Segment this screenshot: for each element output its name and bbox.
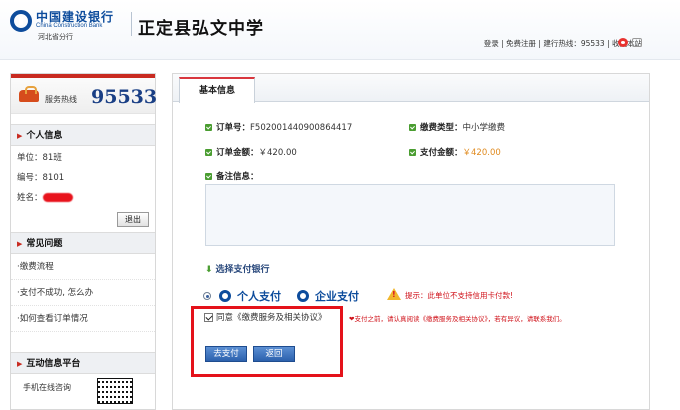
student-number: 编号：8101 bbox=[17, 173, 65, 183]
sidebar: 服务热线 95533 ▶ 个人信息 单位：81班 编号：8101 姓名： 退出 ▶… bbox=[10, 73, 158, 410]
check-bullet-icon bbox=[205, 149, 212, 156]
tab-bar: 基本信息 bbox=[173, 74, 649, 103]
ccb-logo-icon bbox=[10, 10, 32, 32]
weibo-icon[interactable] bbox=[618, 38, 628, 47]
phone-icon bbox=[17, 86, 43, 106]
redacted-name bbox=[42, 193, 73, 202]
ccb-logo-icon bbox=[219, 290, 231, 302]
faq-heading: ▶ 常见问题 bbox=[11, 232, 155, 254]
order-number: 订单号：F502001440900864417 bbox=[205, 121, 352, 133]
arrow-right-icon: ▶ bbox=[17, 240, 23, 248]
bank-name-en: China Construction Bank bbox=[36, 23, 103, 29]
page-header: 中国建设银行 China Construction Bank 河北省分行 正定县… bbox=[0, 0, 680, 60]
student-name: 姓名： bbox=[11, 188, 155, 208]
check-bullet-icon bbox=[205, 124, 212, 131]
warning-icon bbox=[387, 288, 401, 300]
pay-amount: 支付金额：￥420.00 bbox=[409, 146, 501, 158]
arrow-right-icon: ▶ bbox=[17, 132, 23, 140]
check-bullet-icon bbox=[205, 173, 212, 180]
login-link[interactable]: 登录 bbox=[484, 39, 499, 48]
ccb-logo-icon bbox=[297, 290, 309, 302]
consult-link[interactable]: 手机在线咨询 bbox=[23, 382, 71, 393]
download-arrow-icon: ⬇ bbox=[205, 265, 213, 275]
check-bullet-icon bbox=[409, 149, 416, 156]
hotline-label: 服务热线 bbox=[45, 95, 77, 104]
fee-type: 缴费类型：中小学缴费 bbox=[409, 121, 505, 133]
hotline-box: 服务热线 95533 bbox=[11, 78, 158, 114]
personal-info-heading: ▶ 个人信息 bbox=[11, 124, 155, 146]
order-amount: 订单金额：￥420.00 bbox=[205, 146, 297, 158]
tab-basic-info[interactable]: 基本信息 bbox=[179, 77, 255, 103]
corporate-pay-option[interactable]: 企业支付 bbox=[315, 288, 359, 304]
check-bullet-icon bbox=[409, 124, 416, 131]
interact-heading: ▶ 互动信息平台 bbox=[11, 352, 155, 374]
header-divider bbox=[131, 12, 132, 36]
hotline-number: 95533 bbox=[91, 86, 158, 108]
agreement-note: ❤支付之前，请认真阅读《缴费服务及相关协议》，若有异议，请联系我们。 bbox=[349, 315, 566, 323]
faq-item[interactable]: ·如何查看订单情况 bbox=[11, 306, 155, 332]
remark-textarea[interactable] bbox=[205, 184, 615, 246]
qr-code bbox=[97, 378, 133, 404]
payment-radio[interactable] bbox=[203, 292, 211, 300]
remark-label: 备注信息： bbox=[205, 170, 259, 182]
logout-button[interactable]: 退出 bbox=[117, 212, 149, 227]
credit-card-warning: 提示：此单位不支持信用卡付款! bbox=[405, 291, 514, 300]
select-bank-heading: ⬇ 选择支付银行 bbox=[205, 265, 270, 275]
branch-name: 河北省分行 bbox=[38, 33, 73, 41]
unit-info: 单位：81班 bbox=[17, 153, 62, 163]
faq-item[interactable]: ·支付不成功, 怎么办 bbox=[11, 280, 155, 306]
hotline-text: 建行热线：95533 bbox=[543, 39, 605, 48]
personal-pay-option[interactable]: 个人支付 bbox=[237, 288, 281, 304]
share-icon[interactable] bbox=[632, 38, 642, 47]
school-name: 正定县弘文中学 bbox=[138, 19, 264, 39]
arrow-right-icon: ▶ bbox=[17, 360, 23, 368]
ccb-logo[interactable]: 中国建设银行 China Construction Bank 河北省分行 bbox=[10, 8, 130, 42]
faq-item[interactable]: ·缴费流程 bbox=[11, 254, 155, 280]
main-panel: 基本信息 订单号：F502001440900864417 缴费类型：中小学缴费 … bbox=[172, 73, 650, 410]
register-link[interactable]: 免费注册 bbox=[506, 39, 536, 48]
highlight-box bbox=[191, 306, 343, 377]
